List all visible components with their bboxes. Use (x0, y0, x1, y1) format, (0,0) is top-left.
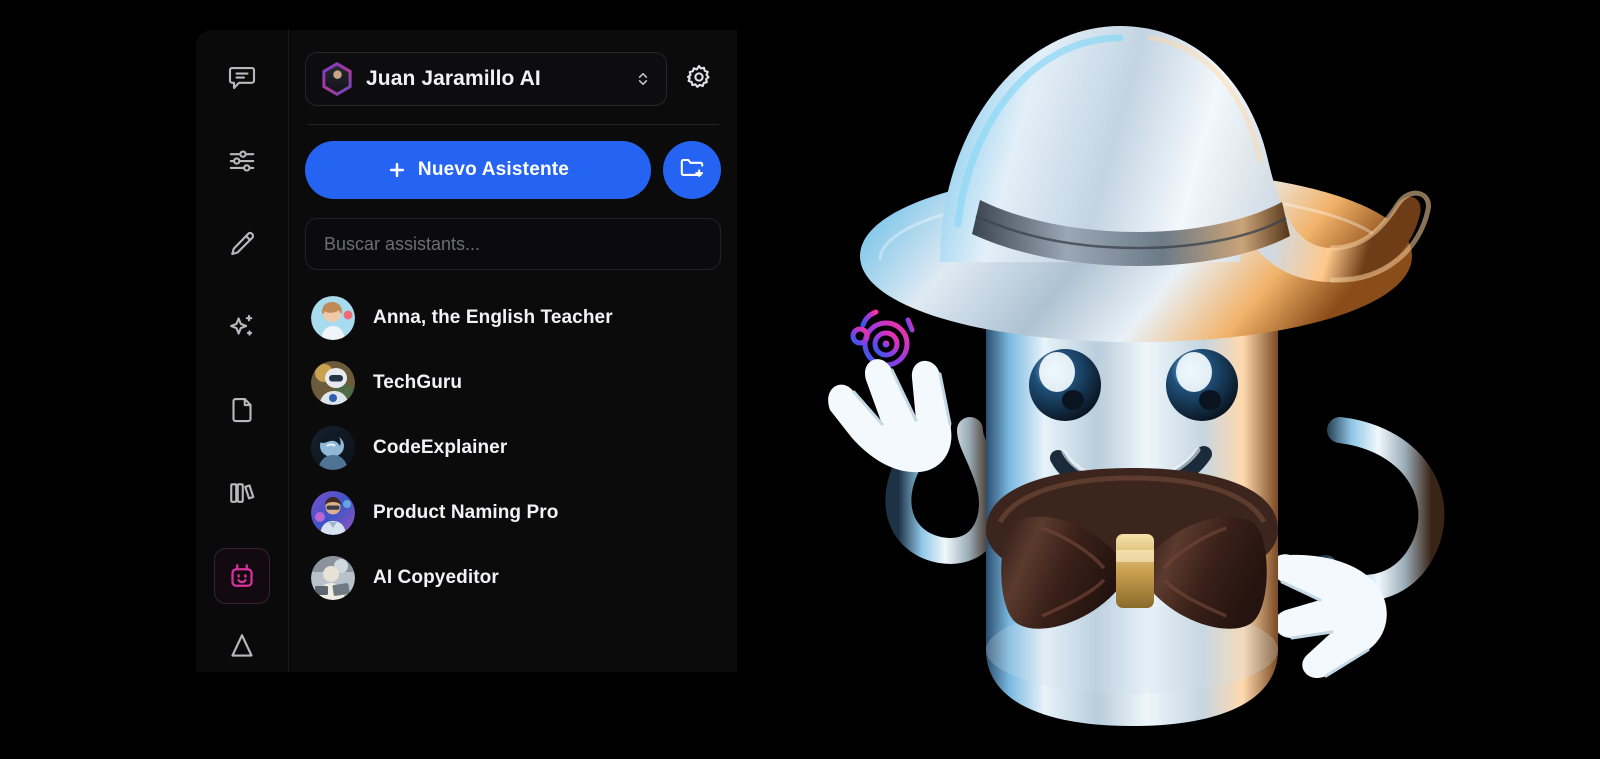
sliders-icon (227, 146, 257, 176)
rail-item-write[interactable] (214, 216, 270, 272)
document-icon (227, 395, 257, 425)
wizard-mascot-illustration (820, 10, 1480, 750)
techguru-avatar (311, 361, 355, 405)
sparkles-icon (227, 312, 257, 342)
assistant-name: TechGuru (373, 372, 463, 393)
assistant-item-techguru[interactable]: TechGuru (305, 361, 721, 405)
search-input[interactable] (305, 218, 721, 270)
rail-item-settings-sliders[interactable] (214, 133, 270, 189)
bot-icon (227, 561, 257, 591)
workspace-name: Juan Jaramillo AI (366, 67, 541, 90)
profile-row: Juan Jaramillo AI (305, 52, 721, 106)
rail-item-assistants[interactable] (214, 548, 270, 604)
rail-item-library[interactable] (214, 465, 270, 521)
assistants-panel: Juan Jaramillo AI Nuevo Asistente Buscar… (196, 30, 737, 672)
chevron-up-down-icon (634, 69, 652, 89)
pencil-icon (227, 229, 257, 259)
new-assistant-button[interactable]: Nuevo Asistente (305, 141, 651, 199)
new-folder-button[interactable] (663, 141, 721, 199)
rail-item-chats[interactable] (214, 50, 270, 106)
folder-plus-icon (679, 155, 705, 186)
assistant-item-anna[interactable]: Anna, the English Teacher (305, 296, 721, 340)
codeexplainer-avatar (311, 426, 355, 470)
assistant-item-codeexplainer[interactable]: CodeExplainer (305, 426, 721, 470)
new-assistant-row: Nuevo Asistente (305, 141, 721, 199)
anna-avatar (311, 296, 355, 340)
copyeditor-avatar (311, 556, 355, 600)
assistant-name: AI Copyeditor (373, 567, 499, 588)
assistant-item-productnaming[interactable]: Product Naming Pro (305, 491, 721, 535)
sidebar-content: Juan Jaramillo AI Nuevo Asistente Buscar… (289, 30, 737, 672)
screen: Juan Jaramillo AI Nuevo Asistente Buscar… (0, 0, 1600, 759)
gear-icon (685, 63, 713, 96)
assistant-name: Anna, the English Teacher (373, 307, 613, 328)
icon-rail (196, 30, 289, 672)
assistants-list: Anna, the English Teacher TechGuru CodeE… (305, 296, 721, 600)
productnaming-avatar (311, 491, 355, 535)
user-avatar-hex-icon (322, 62, 352, 96)
assistant-item-copyeditor[interactable]: AI Copyeditor (305, 556, 721, 600)
cut-off-icon (227, 631, 257, 661)
settings-button[interactable] (677, 57, 721, 101)
rail-item-magic[interactable] (214, 299, 270, 355)
rail-item-documents[interactable] (214, 382, 270, 438)
assistant-name: CodeExplainer (373, 437, 508, 458)
assistant-name: Product Naming Pro (373, 502, 559, 523)
search-wrap (305, 218, 721, 270)
header-divider (307, 124, 719, 125)
chat-icon (227, 63, 257, 93)
new-assistant-label: Nuevo Asistente (417, 159, 570, 180)
rail-item-partial[interactable] (214, 631, 270, 665)
workspace-selector[interactable]: Juan Jaramillo AI (305, 52, 667, 106)
plus-icon (387, 160, 407, 180)
books-icon (227, 478, 257, 508)
